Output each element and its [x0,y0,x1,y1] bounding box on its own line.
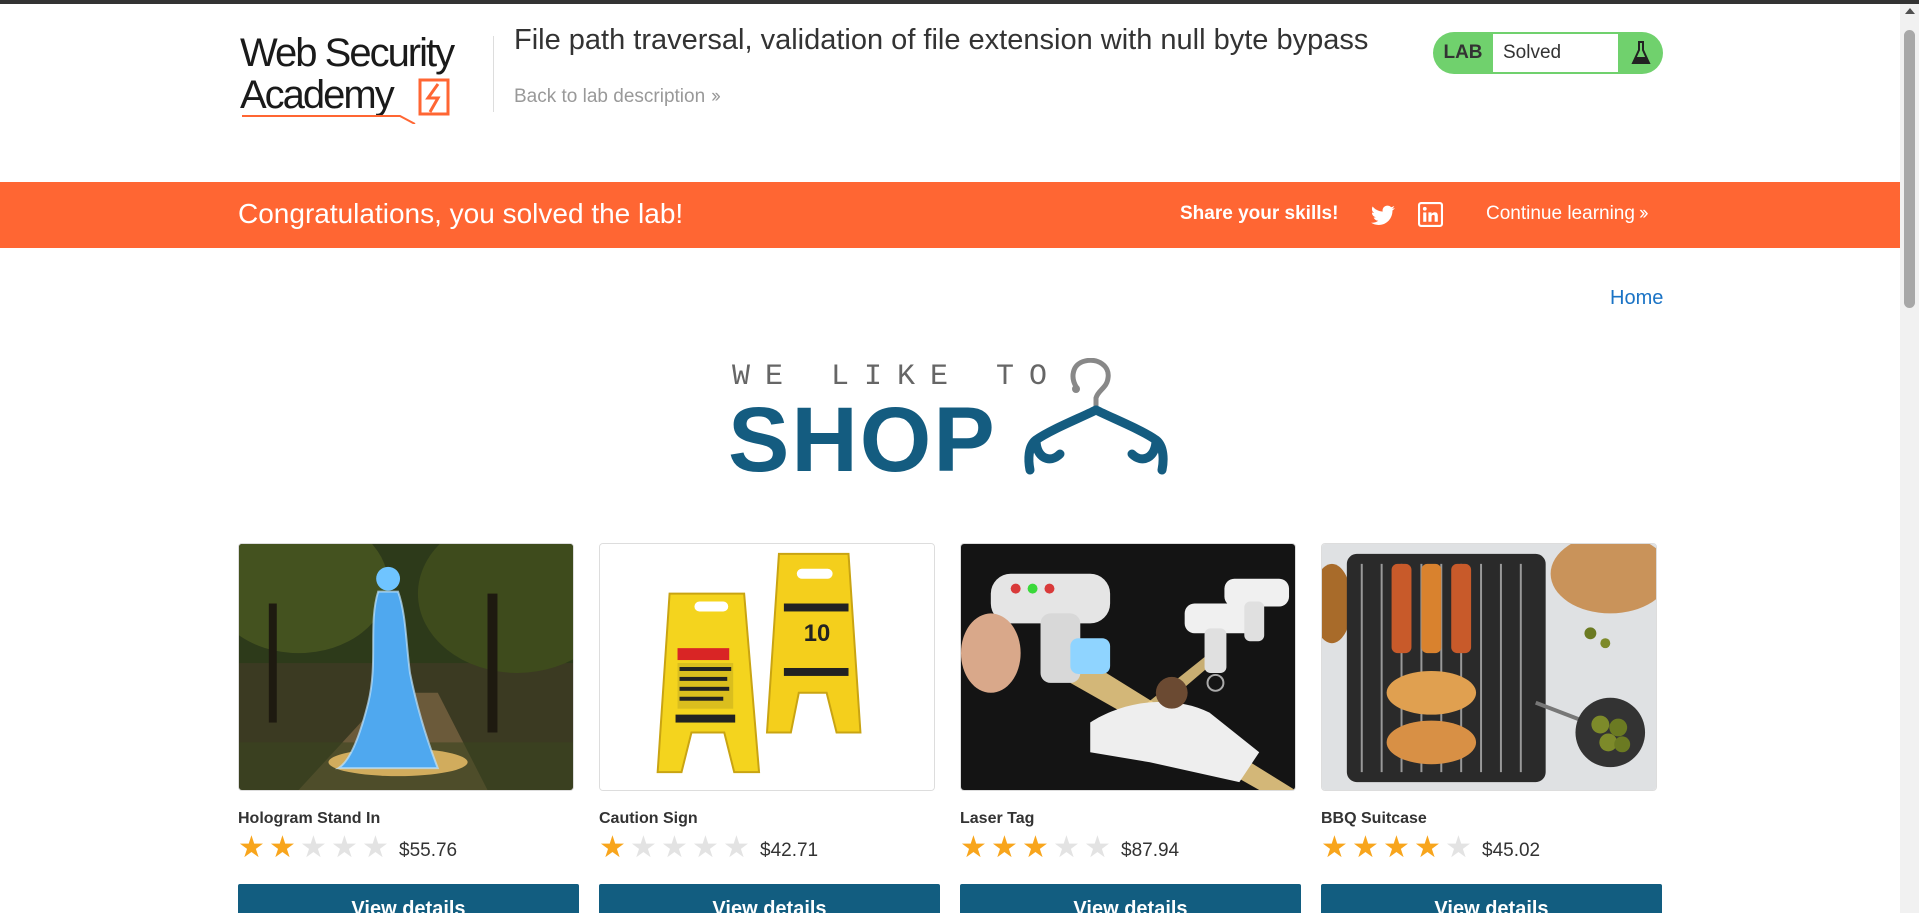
product-image-hologram [238,543,574,791]
share-skills-label: Share your skills! [1180,203,1339,224]
congratulations-message: Congratulations, you solved the lab! [238,198,684,229]
star-filled-icon: ★ [991,831,1018,864]
star-empty-icon: ★ [300,831,327,864]
star-filled-icon: ★ [599,831,626,864]
scroll-up-arrow-icon[interactable] [1905,8,1915,14]
star-rating: ★ ★ ★ ★ ★ [960,833,1115,863]
lab-badge: LAB [1443,42,1483,63]
product-card: Laser Tag ★ ★ ★ ★ ★ $87.94 View details [960,543,1301,913]
star-rating: ★ ★ ★ ★ ★ [599,833,754,863]
double-chevron-right-icon: ›› [711,86,721,107]
view-details-button[interactable]: View details [599,884,940,913]
svg-text:10: 10 [804,620,831,647]
back-link-label: Back to lab description [514,86,706,107]
star-filled-icon: ★ [1352,831,1379,864]
page: Web Security Academy File path traversal… [0,0,1919,913]
continue-learning-label: Continue learning [1486,203,1635,224]
product-rating-row: ★ ★ ★ ★ ★ $55.76 [238,832,574,864]
product-rating-row: ★ ★ ★ ★ ★ $42.71 [599,832,935,864]
star-filled-icon: ★ [1321,831,1348,864]
logo-text-line1: Web Security [240,31,455,75]
product-price: $42.71 [760,840,819,861]
product-name: Caution Sign [599,810,698,827]
twitter-icon[interactable] [1370,202,1396,228]
shop-logo: WE LIKE TO SHOP [728,358,1198,491]
product-price: $55.76 [399,840,458,861]
flask-icon [1618,34,1663,72]
web-security-academy-logo[interactable]: Web Security Academy [240,28,490,124]
header-divider [493,36,494,112]
star-rating: ★ ★ ★ ★ ★ [238,833,393,863]
star-empty-icon: ★ [630,831,657,864]
product-image-bbq-suitcase [1321,543,1657,791]
product-image-laser-tag [960,543,1296,791]
lab-status-widget: LAB Solved [1433,32,1663,74]
product-name: Hologram Stand In [238,810,381,827]
home-link[interactable]: Home [1610,287,1663,310]
star-empty-icon: ★ [331,831,358,864]
shop-word: SHOP [728,389,997,491]
linkedin-icon[interactable] [1418,202,1443,227]
solved-banner: Congratulations, you solved the lab! Sha… [0,182,1900,248]
product-card: BBQ Suitcase ★ ★ ★ ★ ★ $45.02 View details [1321,543,1662,913]
star-filled-icon: ★ [238,831,265,864]
star-filled-icon: ★ [1022,831,1049,864]
star-empty-icon: ★ [1053,831,1080,864]
view-details-button[interactable]: View details [960,884,1301,913]
star-filled-icon: ★ [269,831,296,864]
hanger-icon [1024,358,1168,475]
product-image-caution-sign: 10 [599,543,935,791]
view-details-button[interactable]: View details [238,884,579,913]
product-card: Hologram Stand In ★ ★ ★ ★ ★ $55.76 View deta… [238,543,579,913]
product-rating-row: ★ ★ ★ ★ ★ $87.94 [960,832,1296,864]
star-empty-icon: ★ [723,831,750,864]
product-name: BBQ Suitcase [1321,810,1427,827]
star-filled-icon: ★ [1414,831,1441,864]
product-price: $45.02 [1482,840,1541,861]
double-chevron-right-icon: ›› [1638,203,1649,224]
continue-learning-link[interactable]: Continue learning ›› [1486,203,1649,225]
view-details-button[interactable]: View details [1321,884,1662,913]
star-rating: ★ ★ ★ ★ ★ [1321,833,1476,863]
star-empty-icon: ★ [362,831,389,864]
star-filled-icon: ★ [1383,831,1410,864]
product-price: $87.94 [1121,840,1180,861]
product-rating-row: ★ ★ ★ ★ ★ $45.02 [1321,832,1657,864]
star-empty-icon: ★ [1445,831,1472,864]
vertical-scrollbar[interactable] [1900,4,1919,913]
star-filled-icon: ★ [960,831,987,864]
star-empty-icon: ★ [1084,831,1111,864]
back-to-lab-description-link[interactable]: Back to lab description ›› [514,86,721,108]
star-empty-icon: ★ [661,831,688,864]
logo-text-line2: Academy [240,73,395,117]
scrollbar-thumb[interactable] [1904,30,1915,308]
product-name: Laser Tag [960,810,1035,827]
lab-status-text: Solved [1493,34,1618,72]
star-empty-icon: ★ [692,831,719,864]
product-card: 10 Caution Sign ★ ★ ★ ★ ★ $42.71 View detail… [599,543,940,913]
lab-title: File path traversal, validation of file … [514,24,1369,56]
lab-header: Web Security Academy File path traversal… [0,4,1900,182]
